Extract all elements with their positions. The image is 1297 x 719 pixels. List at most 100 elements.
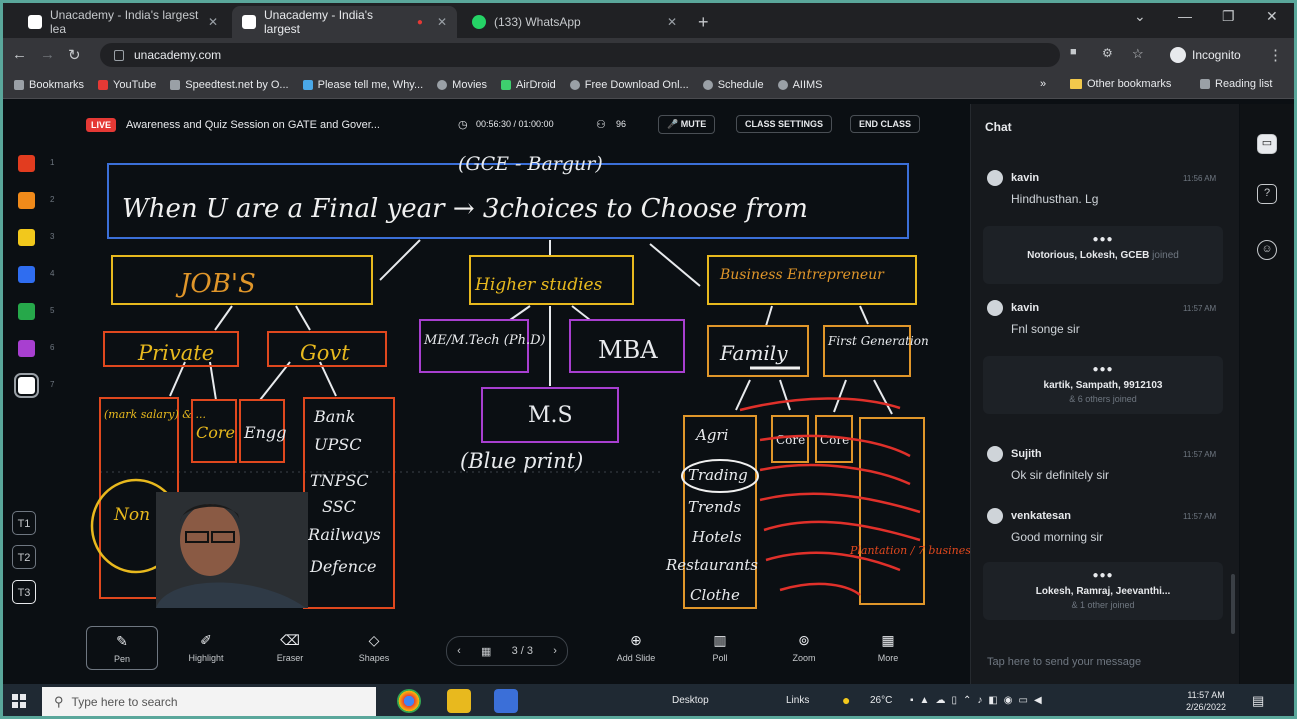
timer-icon: ◷ (458, 119, 468, 131)
end-class-button[interactable]: END CLASS (850, 115, 921, 133)
join-names: kartik, Sampath, 9912103 (1043, 380, 1163, 391)
minimize-icon[interactable]: — (1178, 8, 1192, 24)
other-bookmarks-label: Other bookmarks (1087, 78, 1172, 90)
browser-menu-icon[interactable]: ⋮ (1268, 46, 1283, 64)
weather-icon[interactable]: ● (842, 692, 850, 708)
color-swatch-white[interactable] (14, 373, 39, 398)
incognito-badge[interactable]: Incognito (1170, 47, 1241, 63)
chat-scrollbar[interactable] (1231, 574, 1235, 634)
taskbar-clock[interactable]: 11:57 AM 2/26/2022 (1186, 689, 1226, 713)
browser-tab-2[interactable]: Unacademy - India's largest ● ✕ (232, 6, 457, 38)
join-names-text: Notorious, Lokesh, GCEB (1027, 250, 1150, 261)
close-tab-icon[interactable]: ✕ (208, 15, 218, 29)
shapes-tool-button[interactable]: ◇ Shapes (338, 626, 410, 670)
bookmark-item[interactable]: Speedtest.net by O... (170, 79, 289, 91)
windows-start-icon[interactable] (12, 694, 26, 708)
bookmark-star-icon[interactable]: ☆ (1132, 46, 1144, 62)
forward-icon[interactable]: → (40, 46, 55, 63)
zoom-button[interactable]: ⊚ Zoom (768, 626, 840, 670)
bookmark-item[interactable]: Please tell me, Why... (302, 79, 423, 91)
browser-tab-1[interactable]: Unacademy - India's largest lea ✕ (18, 6, 228, 38)
jobs-label: JOB'S (175, 269, 256, 299)
close-tab-icon[interactable]: ✕ (437, 15, 447, 29)
tool-label: More (877, 653, 899, 663)
maximize-icon[interactable]: ❐ (1222, 8, 1235, 25)
class-settings-button[interactable]: CLASS SETTINGS (736, 115, 833, 133)
folder-icon (1070, 79, 1082, 89)
text-size-large-tool[interactable]: T3 (12, 580, 36, 604)
incognito-label: Incognito (1192, 48, 1241, 62)
message-time: 11:57 AM (1183, 512, 1217, 521)
extensions-icon[interactable]: ⚙ (1102, 46, 1113, 60)
bookmark-item[interactable]: Bookmarks (14, 79, 84, 91)
prev-slide-icon[interactable]: ‹ (457, 645, 461, 657)
mark-salary-label: (mark salary) & ... (104, 408, 206, 421)
tab-title: Unacademy - India's largest lea (50, 8, 199, 36)
engg-label: Engg (243, 423, 286, 442)
back-icon[interactable]: ← (12, 46, 27, 63)
tool-label: Highlight (188, 653, 224, 663)
color-swatch-green[interactable] (18, 303, 35, 320)
slides-grid-icon[interactable]: ▦ (481, 645, 491, 658)
notifications-icon[interactable]: ▤ (1252, 693, 1264, 709)
bookmark-label: Movies (452, 79, 488, 91)
bookmark-item[interactable]: Schedule (702, 79, 764, 91)
color-swatch-red[interactable] (18, 155, 35, 172)
message-text: Good morning sir (1011, 530, 1104, 544)
chat-input[interactable]: Tap here to send your message (987, 656, 1141, 668)
tool-label: Add Slide (616, 653, 656, 663)
temperature[interactable]: 26°C (870, 695, 892, 706)
chat-tab-icon[interactable]: ▭ (1257, 134, 1277, 154)
address-bar[interactable]: unacademy.com (100, 43, 1060, 67)
links-toolbar-label[interactable]: Links (786, 695, 809, 706)
doubts-tab-icon[interactable]: ? (1257, 184, 1277, 204)
chrome-taskbar-icon[interactable] (397, 689, 421, 713)
family-list-item: Trends (688, 498, 741, 516)
bookmark-item[interactable]: Movies (437, 79, 487, 91)
color-swatch-purple[interactable] (18, 340, 35, 357)
reading-list[interactable]: Reading list (1200, 78, 1272, 90)
desktop-toolbar-label[interactable]: Desktop (672, 695, 709, 706)
pen-tool-button[interactable]: ✎ Pen (86, 626, 158, 670)
poll-button[interactable]: ▥ Poll (684, 626, 756, 670)
color-swatch-blue[interactable] (18, 266, 35, 283)
message-text: Ok sir definitely sir (1011, 468, 1110, 482)
recording-dot-icon: ● (416, 16, 423, 28)
text-size-medium-tool[interactable]: T2 (12, 545, 36, 569)
next-slide-icon[interactable]: › (553, 645, 557, 657)
taskbar-search[interactable]: ⚲ Type here to search (42, 687, 376, 716)
color-swatch-yellow[interactable] (18, 229, 35, 246)
eraser-tool-button[interactable]: ⌫ Eraser (254, 626, 326, 670)
bookmark-item[interactable]: YouTube (98, 79, 156, 91)
add-slide-button[interactable]: ⊕ Add Slide (600, 626, 672, 670)
new-tab-icon[interactable]: + (698, 12, 709, 33)
bookmark-item[interactable]: AIIMS (777, 79, 823, 91)
close-window-icon[interactable]: ✕ (1266, 8, 1278, 25)
participants-tab-icon[interactable]: ☺ (1257, 240, 1277, 260)
bookmark-label: AIIMS (792, 79, 823, 91)
security-app-icon[interactable] (494, 689, 518, 713)
text-size-small-tool[interactable]: T1 (12, 511, 36, 535)
reload-icon[interactable]: ↻ (68, 46, 81, 64)
browser-tab-3[interactable]: (133) WhatsApp ✕ (462, 6, 687, 38)
swatch-number: 7 (50, 380, 55, 389)
close-tab-icon[interactable]: ✕ (667, 15, 677, 29)
message-author: venkatesan (1011, 510, 1071, 522)
airdroid-icon (501, 80, 512, 90)
bookmark-item[interactable]: Free Download Onl... (569, 79, 689, 91)
lock-icon (114, 49, 124, 61)
highlight-tool-button[interactable]: ✐ Highlight (170, 626, 242, 670)
more-button[interactable]: ▦ More (852, 626, 924, 670)
page-icon (302, 80, 313, 90)
tab-search-icon[interactable]: ⌄ (1134, 8, 1146, 25)
file-explorer-icon[interactable] (447, 689, 471, 713)
other-bookmarks[interactable]: Other bookmarks (1070, 78, 1171, 90)
mute-button[interactable]: 🎤 MUTE (658, 115, 716, 134)
color-swatch-orange[interactable] (18, 192, 35, 209)
bookmarks-overflow-icon[interactable]: » (1040, 78, 1046, 90)
zoom-icon: ⊚ (798, 632, 810, 648)
camera-permission-icon[interactable]: ■ (1070, 46, 1077, 58)
tab-title: Unacademy - India's largest (264, 8, 374, 36)
system-tray-icons[interactable]: ▪▲☁▯⌃♪◧◉▭◀ (910, 695, 1048, 706)
bookmark-item[interactable]: AirDroid (501, 79, 556, 91)
